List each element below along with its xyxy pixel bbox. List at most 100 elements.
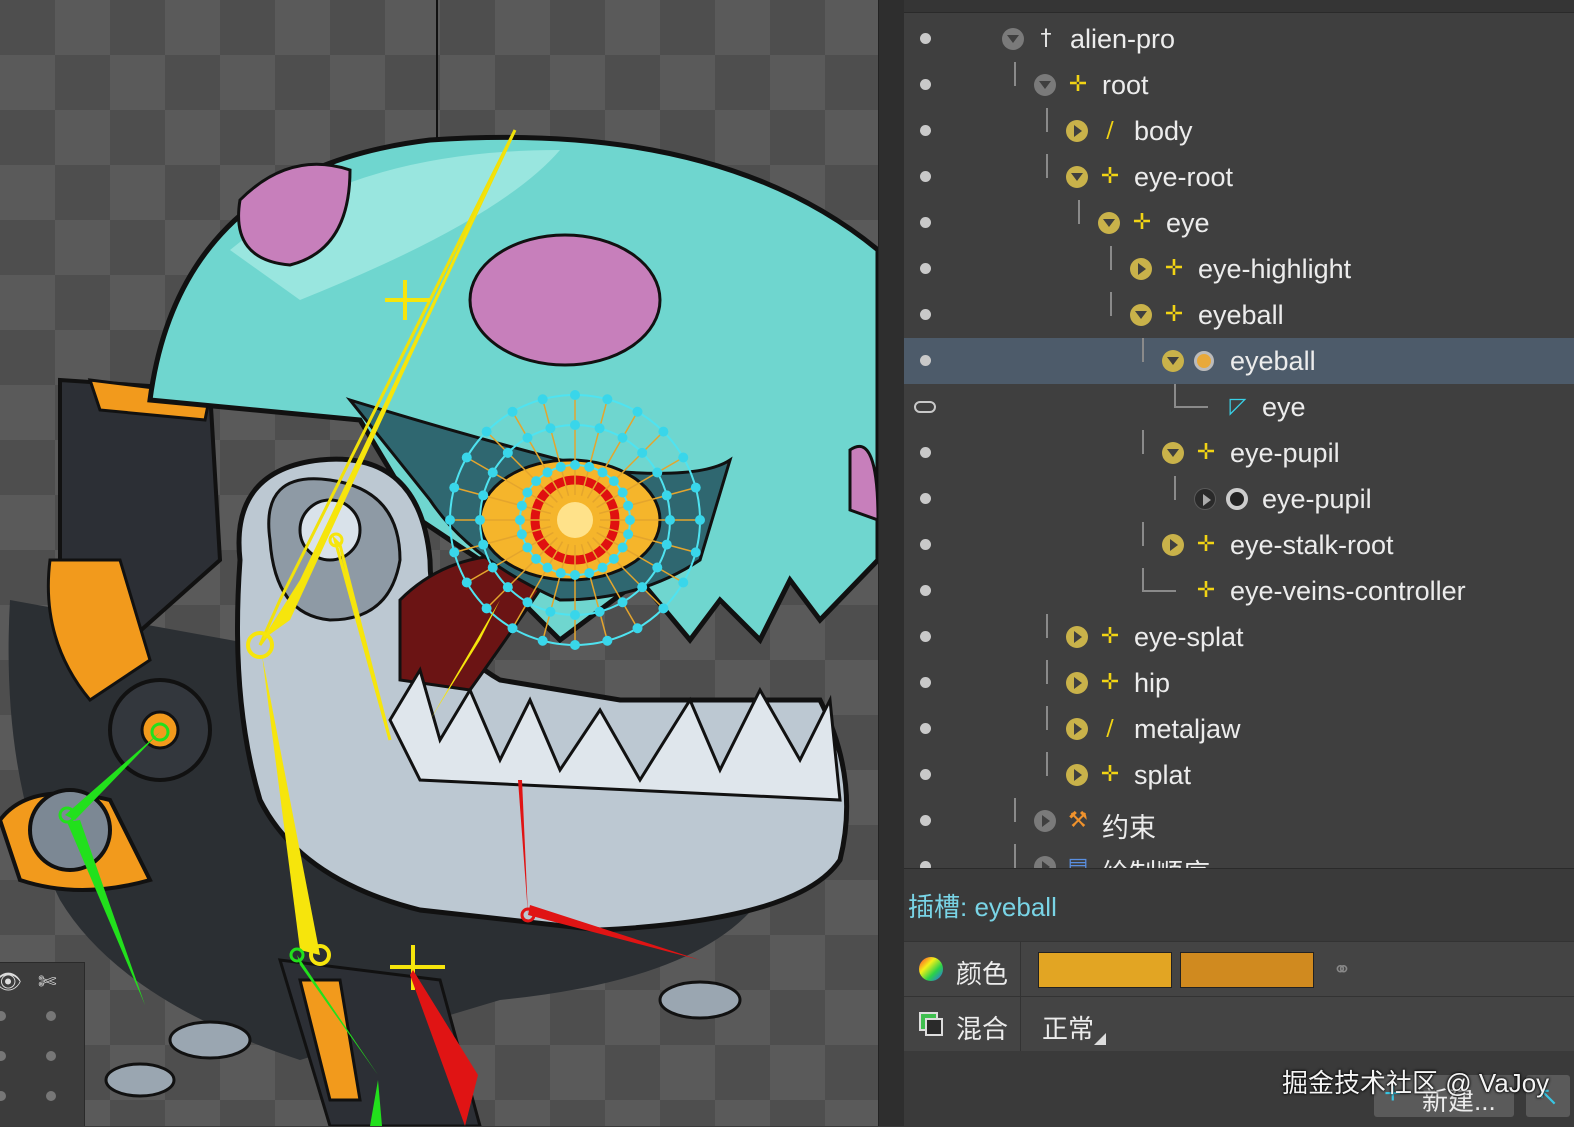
expand-icon[interactable] [1130,258,1152,280]
visibility-dot[interactable] [920,493,931,504]
visibility-dot[interactable] [46,1091,56,1101]
collapse-icon[interactable] [1162,442,1184,464]
tree-row[interactable]: ✛ eye-veins-controller [904,568,1574,614]
color-swatch-light[interactable] [1038,952,1172,988]
visibility-dot[interactable] [920,585,931,596]
mesh-vertex [522,432,533,443]
tree-row-label: eye-splat [1134,622,1244,652]
clip-icon[interactable] [914,401,936,413]
tree-row[interactable]: ∕ body [904,108,1574,154]
tree-row[interactable]: ✛ splat [904,752,1574,798]
expand-icon[interactable] [1194,488,1216,510]
visibility-dot[interactable] [920,723,931,734]
expand-icon[interactable] [1162,534,1184,556]
mesh-vertex [542,467,553,478]
blend-property-row: 混合 正常 [904,996,1574,1051]
mesh-vertex [461,577,472,588]
visibility-dot[interactable] [46,1051,56,1061]
tree-row[interactable]: ▤ 绘制顺序 [904,844,1574,868]
visibility-dot[interactable] [46,1011,56,1021]
tree-row-label: eye-pupil [1230,438,1340,468]
collapse-icon[interactable] [1162,350,1184,372]
expand-icon[interactable] [1066,764,1088,786]
animation-viewport[interactable]: 👁 ✄ [0,0,878,1126]
tree-row[interactable]: † alien-pro [904,16,1574,62]
visibility-dot[interactable] [920,217,931,228]
tag-icon[interactable]: ✄ [38,969,56,995]
mesh-vertex [597,467,608,478]
tree-row[interactable]: eyeball [904,338,1574,384]
visibility-dot[interactable] [920,355,931,366]
collapse-icon[interactable] [1066,166,1088,188]
visibility-dot[interactable] [920,815,931,826]
visibility-dot[interactable] [920,33,931,44]
tree-row[interactable]: ✛ eye-stalk-root [904,522,1574,568]
visibility-dot[interactable] [920,447,931,458]
visibility-dot[interactable] [920,631,931,642]
visibility-dot[interactable] [920,769,931,780]
visibility-dot[interactable] [920,539,931,550]
visibility-dot[interactable] [0,1051,6,1061]
mesh-vertex [652,562,663,573]
visibility-dot[interactable] [0,1091,6,1101]
tree-row[interactable]: ✛ root [904,62,1574,108]
collapse-icon[interactable] [1002,28,1024,50]
panel-divider[interactable] [878,0,905,1126]
collapse-icon[interactable] [1034,74,1056,96]
visibility-dot[interactable] [920,79,931,90]
mesh-vertex [481,603,492,614]
color-swatch-dark[interactable] [1180,952,1314,988]
visibility-dot[interactable] [0,1011,6,1021]
tree-row[interactable]: ✛ eye-pupil [904,430,1574,476]
character-canvas[interactable] [0,0,878,1126]
tree-row[interactable]: ✛ eye-highlight [904,246,1574,292]
hierarchy-tree[interactable]: † alien-pro ✛ root ∕ body ✛ eye-root ✛ eye ✛ eye-hi… [904,0,1574,868]
tree-row[interactable]: ✛ eye [904,200,1574,246]
tree-row[interactable]: ◸ eye [904,384,1574,430]
mesh-vertex [545,423,556,434]
visibility-dot[interactable] [920,263,931,274]
collapse-icon[interactable] [1130,304,1152,326]
slot-inspector: 插槽: eyeball 颜色 ⚭ 混合 正常 + 新建... ↖ 掘金技术社区 … [904,868,1574,1127]
mesh-vertex [658,603,669,614]
visibility-dot[interactable] [920,861,931,868]
visibility-dot[interactable] [920,677,931,688]
tree-row-label: eye-pupil [1262,484,1372,514]
blend-mode-icon [919,1012,943,1036]
watermark: 掘金技术社区 @ VaJoy [1282,1068,1550,1098]
blend-mode-select[interactable]: 正常 [1042,1009,1094,1046]
mesh-vertex [502,447,513,458]
tree-row[interactable]: ✛ eye-splat [904,614,1574,660]
tree-row[interactable]: eye-pupil [904,476,1574,522]
tree-row-label: hip [1134,668,1171,698]
mesh-vertex [570,460,580,470]
expand-icon[interactable] [1066,626,1088,648]
visibility-dot[interactable] [920,171,931,182]
tree-row[interactable]: ✛ eyeball [904,292,1574,338]
expand-icon[interactable] [1066,120,1088,142]
dropdown-corner-icon[interactable] [1094,1033,1106,1045]
draw-order-icon: ▤ [1067,854,1089,869]
mesh-vertex [623,529,634,540]
tree-connector [1174,384,1176,408]
unlink-color-icon[interactable]: ⚭ [1324,952,1360,988]
mesh-vertex [475,515,485,525]
bone-icon: ✛ [1100,670,1120,695]
visibility-dot[interactable] [920,309,931,320]
tree-row[interactable]: ∕ metaljaw [904,706,1574,752]
mesh-vertex [537,635,548,646]
eye-icon[interactable]: 👁 [0,969,22,995]
mesh-vertex [665,515,675,525]
tree-connector [1142,430,1144,454]
tree-row[interactable]: ✛ hip [904,660,1574,706]
expand-icon[interactable] [1066,718,1088,740]
mesh-vertex [617,597,628,608]
expand-icon[interactable] [1034,810,1056,832]
tree-row[interactable]: ⚒ 约束 [904,798,1574,844]
collapse-icon[interactable] [1098,212,1120,234]
visibility-dot[interactable] [920,125,931,136]
tree-row[interactable]: ✛ eye-root [904,154,1574,200]
expand-icon[interactable] [1066,672,1088,694]
expand-icon[interactable] [1034,856,1056,868]
tree-connector [1078,200,1080,224]
